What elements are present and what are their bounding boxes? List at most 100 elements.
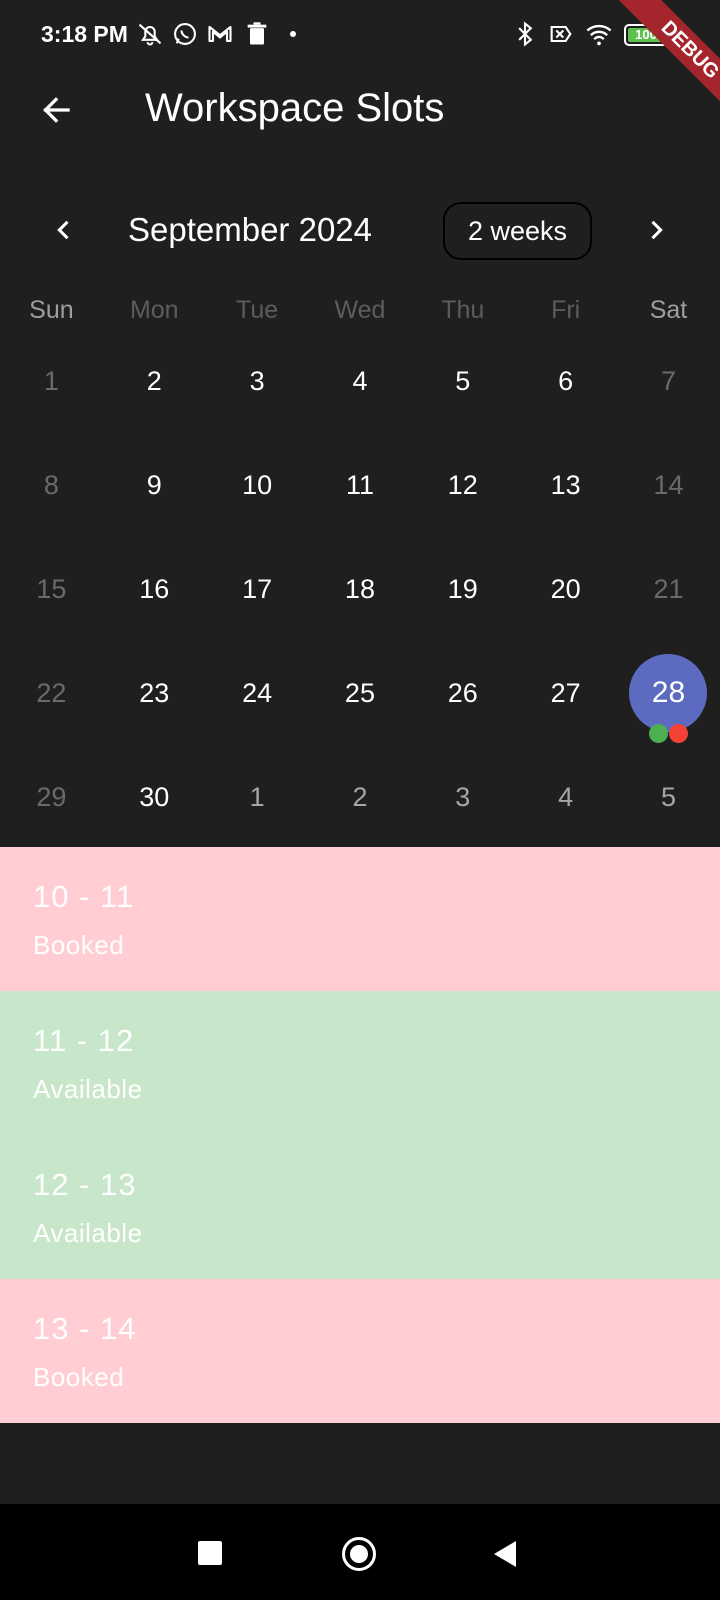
day-number: 24 (242, 677, 273, 708)
slot-item[interactable]: 12 - 13 Available (0, 1135, 720, 1279)
slot-time: 13 - 14 (33, 1311, 137, 1346)
slot-status: Available (33, 1218, 143, 1248)
month-title: September 2024 (128, 211, 373, 248)
calendar-week-row: 22 23 24 25 26 27 28 (0, 641, 720, 745)
slot-status: Booked (33, 1362, 125, 1392)
calendar-week-row: 1 2 3 4 5 6 7 (0, 329, 720, 433)
calendar-day[interactable]: 17 (206, 537, 309, 641)
calendar-day[interactable]: 3 (206, 329, 309, 433)
calendar-day[interactable]: 3 (411, 745, 514, 849)
slot-list: 10 - 11 Booked 11 - 12 Available 12 - 13 Avai… (0, 847, 720, 1423)
slot-time: 11 - 12 (33, 1023, 135, 1058)
status-time: 3:18 PM (41, 21, 128, 47)
day-number: 9 (146, 469, 162, 500)
day-number: 20 (550, 573, 581, 604)
calendar-day[interactable]: 12 (411, 433, 514, 537)
day-number: 27 (550, 677, 581, 708)
calendar-day[interactable]: 7 (617, 329, 720, 433)
home-circle-icon[interactable] (342, 1537, 376, 1571)
calendar-day[interactable]: 2 (309, 745, 412, 849)
day-number: 15 (36, 573, 67, 604)
calendar-day[interactable]: 19 (411, 537, 514, 641)
back-triangle-icon[interactable] (494, 1541, 516, 1567)
day-number: 23 (139, 677, 170, 708)
calendar-day[interactable]: 1 (206, 745, 309, 849)
notifications-off-icon (138, 23, 162, 46)
calendar-day[interactable]: 29 (0, 745, 103, 849)
calendar-week-row: 8 9 10 11 12 13 14 (0, 433, 720, 537)
calendar-day[interactable]: 16 (103, 537, 206, 641)
day-number: 18 (344, 573, 375, 604)
calendar-day[interactable]: 4 (514, 745, 617, 849)
slot-item[interactable]: 11 - 12 Available (0, 991, 720, 1135)
calendar-day[interactable]: 14 (617, 433, 720, 537)
calendar-day[interactable]: 1 (0, 329, 103, 433)
day-number: 3 (249, 365, 265, 396)
calendar-day[interactable]: 10 (206, 433, 309, 537)
screen: 3:18 PM 100 DEBUG Workspace Slots Septem… (0, 0, 720, 1600)
bluetooth-icon (518, 21, 533, 47)
calendar-day[interactable]: 8 (0, 433, 103, 537)
day-number: 2 (146, 365, 162, 396)
day-number: 8 (43, 469, 59, 500)
day-number: 14 (653, 469, 684, 500)
chevron-right-icon (651, 220, 663, 240)
slot-time: 12 - 13 (33, 1167, 137, 1202)
calendar-week-row: 15 16 17 18 19 20 21 (0, 537, 720, 641)
day-number: 25 (344, 677, 375, 708)
day-number: 22 (36, 677, 67, 708)
calendar-week-row: 29 30 1 2 3 4 5 (0, 745, 720, 849)
calendar-day[interactable]: 11 (309, 433, 412, 537)
calendar-day[interactable]: 20 (514, 537, 617, 641)
day-number: 1 (249, 781, 265, 812)
recents-square-icon[interactable] (198, 1541, 222, 1565)
calendar-day[interactable]: 22 (0, 641, 103, 745)
calendar-day[interactable]: 6 (514, 329, 617, 433)
page-title: Workspace Slots (145, 86, 445, 130)
calendar-day[interactable]: 27 (514, 641, 617, 745)
day-number: 21 (653, 573, 684, 604)
slot-status: Available (33, 1074, 143, 1104)
calendar-day[interactable]: 5 (617, 745, 720, 849)
day-number: 29 (36, 781, 67, 812)
calendar-format-button[interactable]: 2 weeks (443, 202, 592, 260)
calendar-day[interactable]: 18 (309, 537, 412, 641)
previous-month-button[interactable] (42, 208, 86, 252)
calendar-day[interactable]: 5 (411, 329, 514, 433)
day-number: 1 (43, 365, 59, 396)
event-marker-dot (648, 724, 668, 743)
day-number: 12 (447, 469, 478, 500)
app-bar: Workspace Slots (0, 70, 720, 150)
slot-item[interactable]: 13 - 14 Booked (0, 1279, 720, 1423)
trash-icon (247, 22, 267, 45)
calendar-day[interactable]: 26 (411, 641, 514, 745)
calendar-day[interactable]: 2 (103, 329, 206, 433)
slot-time: 10 - 11 (33, 879, 135, 914)
calendar-day[interactable]: 23 (103, 641, 206, 745)
next-month-button[interactable] (634, 208, 678, 252)
day-number: 4 (352, 365, 368, 396)
status-bar: 3:18 PM 100 (0, 0, 720, 70)
slot-status: Booked (33, 930, 125, 960)
calendar-day[interactable]: 25 (309, 641, 412, 745)
calendar-day[interactable]: 21 (617, 537, 720, 641)
wifi-icon (586, 24, 612, 46)
day-number: 4 (558, 781, 574, 812)
calendar-day-selected[interactable]: 28 (617, 641, 720, 745)
calendar-day[interactable]: 24 (206, 641, 309, 745)
day-number: 5 (660, 781, 676, 812)
back-button[interactable] (28, 82, 84, 138)
slot-item[interactable]: 10 - 11 Booked (0, 847, 720, 991)
calendar-day[interactable]: 13 (514, 433, 617, 537)
calendar-day[interactable]: 9 (103, 433, 206, 537)
calendar-day[interactable]: 30 (103, 745, 206, 849)
home-inner-dot (350, 1545, 368, 1563)
day-number: 6 (558, 365, 574, 396)
day-number: 19 (447, 573, 478, 604)
calendar-day[interactable]: 15 (0, 537, 103, 641)
arrow-back-icon (43, 97, 70, 123)
calendar-day[interactable]: 4 (309, 329, 412, 433)
day-number: 13 (550, 469, 581, 500)
day-number: 5 (455, 365, 471, 396)
event-markers (617, 724, 720, 745)
